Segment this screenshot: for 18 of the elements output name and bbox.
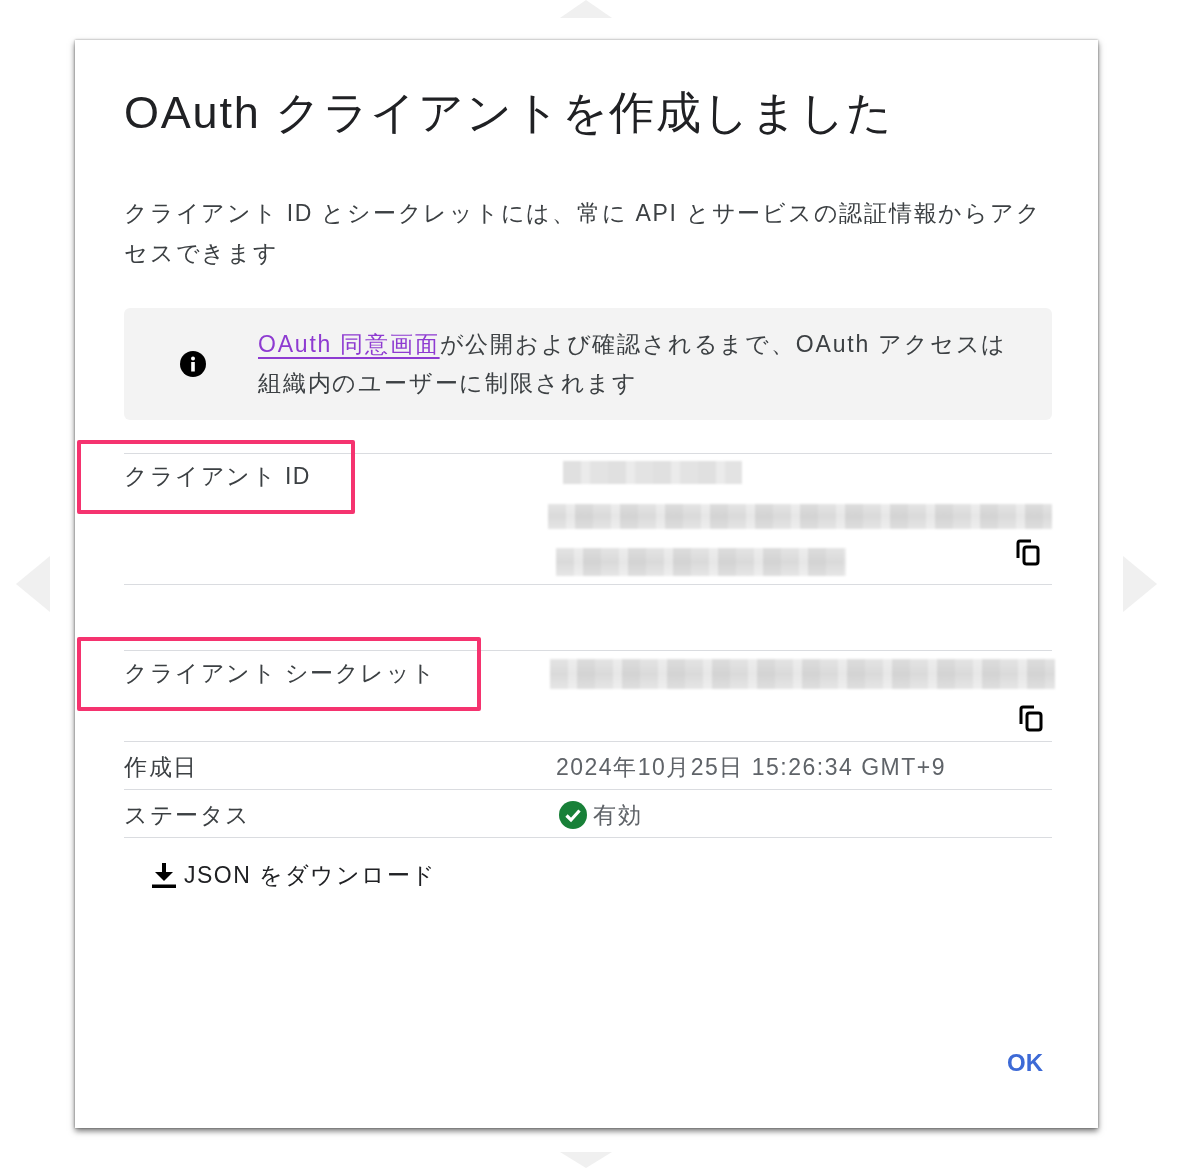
field-label: ステータス: [124, 801, 251, 829]
dialog-title: OAuth クライアントを作成しました: [124, 86, 896, 140]
info-message: OAuth 同意画面が公開および確認されるまで、OAuth アクセスは組織内のユーザーに制限されます: [258, 330, 1009, 398]
field-value: 2024年10月25日 15:26:34 GMT+9: [556, 753, 947, 781]
ok-button[interactable]: OK: [998, 1043, 1052, 1083]
copy-icon: [1019, 705, 1043, 732]
copy-icon: [1016, 539, 1040, 566]
download-icon: [152, 862, 176, 888]
field-label: 作成日: [124, 753, 198, 781]
consent-screen-link[interactable]: OAuth 同意画面: [258, 331, 440, 357]
copy-button[interactable]: [1016, 539, 1040, 566]
field-label: クライアント シークレット: [124, 659, 437, 687]
field-label: クライアント ID: [124, 462, 311, 490]
description-text: クライアント ID とシークレットには、常に API とサービスの認証情報からアクセスできます: [124, 199, 1043, 268]
status-value: 有効: [593, 801, 642, 829]
info-icon: [180, 351, 206, 377]
copy-button[interactable]: [1019, 705, 1043, 732]
download-json-button[interactable]: JSON をダウンロード: [140, 855, 449, 895]
